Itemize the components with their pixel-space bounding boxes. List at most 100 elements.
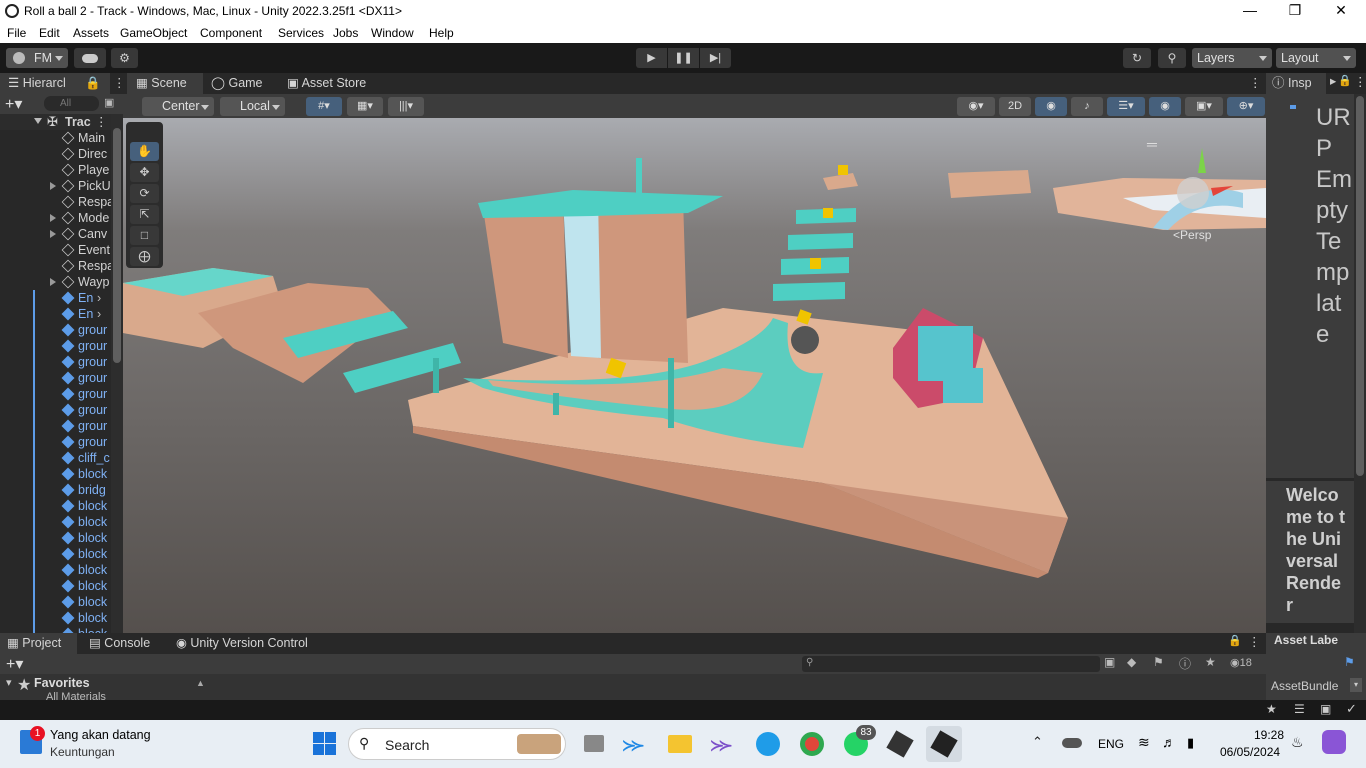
hierarchy-item[interactable]: Canv	[0, 226, 111, 242]
hand-tool[interactable]: ✋	[130, 142, 159, 161]
expand-arrow-icon[interactable]	[34, 118, 42, 124]
search-by-type-icon[interactable]: ▣	[1104, 655, 1115, 669]
edge-button[interactable]	[754, 730, 782, 758]
menu-help[interactable]: Help	[429, 26, 454, 40]
2d-toggle[interactable]: 2D	[999, 97, 1031, 116]
chevron-right-icon[interactable]: ›	[97, 306, 101, 322]
transform-tool[interactable]: ⨁	[130, 247, 159, 266]
hierarchy-item[interactable]: grour	[0, 354, 111, 370]
chevron-right-icon[interactable]: ▸	[1330, 73, 1336, 88]
tab-game[interactable]: ◯ Game	[205, 73, 279, 94]
stack-icon[interactable]: ☰	[1294, 702, 1305, 716]
hierarchy-search-input[interactable]: All	[44, 96, 99, 111]
inspector-more-icon[interactable]: ⋮	[1354, 74, 1366, 89]
cloud-button[interactable]	[74, 48, 106, 68]
hierarchy-item[interactable]: block	[0, 546, 111, 562]
hierarchy-item[interactable]: Main	[0, 130, 111, 146]
hierarchy-scrollbar[interactable]	[111, 114, 123, 633]
expand-arrow-icon[interactable]	[50, 230, 56, 238]
menu-component[interactable]: Component	[200, 26, 262, 40]
tag-icon[interactable]: ⚑	[1344, 655, 1355, 669]
asset-bundle-dropdown[interactable]: ▾	[1350, 678, 1362, 692]
unity-editor-button[interactable]	[926, 726, 962, 762]
task-view-button[interactable]	[580, 730, 608, 758]
shading-mode-button[interactable]: ◉▾	[957, 97, 995, 116]
check-icon[interactable]: ✓	[1346, 701, 1357, 717]
layout-dropdown[interactable]: Layout	[1276, 48, 1356, 68]
warning-icon[interactable]: ⓘ	[1179, 655, 1191, 672]
scene-viewport[interactable]: <Persp ═ ✋ ✥ ⟳ ⇱ □ ⨁	[123, 118, 1266, 633]
tab-scene[interactable]: ▦ Scene	[127, 73, 203, 94]
vscode-button[interactable]: ⪼	[622, 730, 650, 758]
increment-snap-button[interactable]: |||▾	[388, 97, 424, 116]
inspector-scrollbar[interactable]	[1354, 94, 1366, 633]
scene-root-row[interactable]: ✠ Trac ⋮	[0, 114, 111, 130]
visibility-toggle[interactable]: ◉	[1149, 97, 1181, 116]
hierarchy-item[interactable]: En ›	[0, 306, 111, 322]
hierarchy-item[interactable]: Wayp	[0, 274, 111, 290]
scene-more-icon[interactable]: ⋮	[1249, 75, 1262, 90]
hidden-packages-button[interactable]: ◉18	[1230, 656, 1252, 669]
scene-menu-icon[interactable]: ⋮	[95, 114, 108, 130]
onedrive-icon[interactable]	[1062, 738, 1082, 748]
start-button[interactable]	[311, 730, 339, 758]
inspector-scroll-thumb[interactable]	[1356, 96, 1364, 476]
menu-jobs[interactable]: Jobs	[333, 26, 358, 40]
project-search-input[interactable]: ⚲	[802, 656, 1100, 672]
expand-arrow-icon[interactable]	[50, 214, 56, 222]
minimize-icon[interactable]: —	[1227, 2, 1273, 18]
hierarchy-item[interactable]: grour	[0, 386, 111, 402]
hierarchy-item[interactable]: grour	[0, 370, 111, 386]
layers-dropdown[interactable]: Layers	[1192, 48, 1272, 68]
tab-hierarchy[interactable]: ☰ Hierarcl 🔒	[0, 73, 110, 94]
hierarchy-item[interactable]: En ›	[0, 290, 111, 306]
menu-gameobject[interactable]: GameObject	[120, 26, 187, 40]
tab-console[interactable]: ▤ Console	[83, 633, 168, 654]
move-tool[interactable]: ✥	[130, 163, 159, 182]
favorites-item[interactable]: All Materials	[46, 691, 106, 700]
bottom-more-icon[interactable]: ⋮	[1248, 634, 1261, 649]
expand-arrow-icon[interactable]	[50, 278, 56, 286]
tab-version-control[interactable]: ◉ Unity Version Control	[170, 633, 330, 654]
wifi-icon[interactable]: ≋	[1138, 734, 1150, 751]
space-dropdown[interactable]: Local	[220, 97, 285, 116]
hierarchy-item[interactable]: block	[0, 578, 111, 594]
hierarchy-item[interactable]: block	[0, 610, 111, 626]
add-icon[interactable]: +▾	[5, 94, 22, 114]
search-button[interactable]: ⚲	[1158, 48, 1186, 68]
hierarchy-item[interactable]: grour	[0, 338, 111, 354]
taskbar-search[interactable]: ⚲ Search	[348, 728, 566, 760]
copilot-icon[interactable]	[1322, 730, 1346, 754]
debug-icon[interactable]: ★	[1266, 702, 1277, 716]
star-icon[interactable]: ★	[1205, 655, 1216, 669]
hierarchy-item[interactable]: Event	[0, 242, 111, 258]
clock-time[interactable]: 19:28	[1254, 728, 1284, 742]
account-dropdown[interactable]: FM	[6, 48, 68, 68]
hierarchy-item[interactable]: grour	[0, 322, 111, 338]
lock-icon[interactable]: 🔒	[85, 73, 101, 94]
visual-studio-button[interactable]: ⪼	[710, 730, 738, 758]
gizmo-menu-icon[interactable]: ═	[1147, 136, 1157, 152]
network-icon[interactable]: ▣	[1320, 702, 1331, 716]
scale-tool[interactable]: ⇱	[130, 205, 159, 224]
step-button[interactable]: ▶|	[700, 48, 731, 68]
unity-hub-button[interactable]	[886, 730, 914, 758]
favorites-label[interactable]: Favorites	[34, 676, 90, 690]
audio-toggle[interactable]: ♪	[1071, 97, 1103, 116]
lighting-toggle[interactable]: ◉	[1035, 97, 1067, 116]
restore-icon[interactable]: ❐	[1272, 2, 1318, 19]
tab-project[interactable]: ▦ Project	[0, 633, 77, 654]
pivot-dropdown[interactable]: Center	[142, 97, 214, 116]
filter-type-icon[interactable]: ◆	[1127, 655, 1136, 669]
hierarchy-item[interactable]: Respa	[0, 258, 111, 274]
rotate-tool[interactable]: ⟳	[130, 184, 159, 203]
rect-tool[interactable]: □	[130, 226, 159, 245]
volume-mute-icon[interactable]: ♬	[1162, 734, 1176, 750]
hierarchy-item[interactable]: Respa	[0, 194, 111, 210]
whatsapp-button[interactable]: 83	[842, 725, 876, 758]
create-icon[interactable]: +▾	[6, 654, 23, 674]
notification-bell-icon[interactable]: ♨	[1291, 734, 1304, 751]
history-button[interactable]: ↻	[1123, 48, 1151, 68]
search-options-icon[interactable]: ▣	[104, 96, 114, 109]
hierarchy-item[interactable]: Mode	[0, 210, 111, 226]
